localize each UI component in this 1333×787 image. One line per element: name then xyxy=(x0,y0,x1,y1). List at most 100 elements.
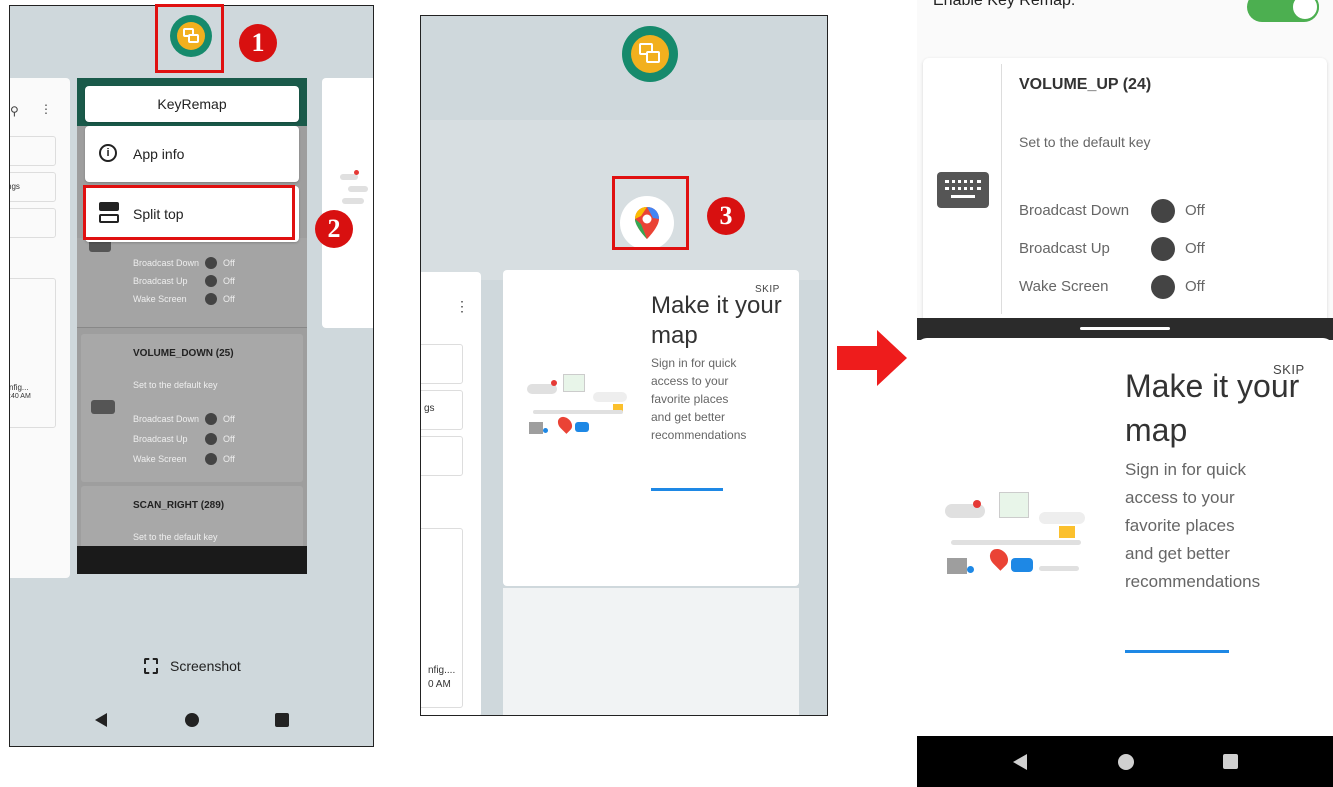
volume-down-card[interactable]: VOLUME_DOWN (25) Set to the default key … xyxy=(81,334,303,482)
keyboard-icon xyxy=(91,400,115,414)
split-result-panel: Enable Key Remap: VOLUME_UP (24) Set to … xyxy=(917,0,1333,787)
broadcast-up-toggle[interactable] xyxy=(205,275,217,287)
screenshot-label: Screenshot xyxy=(170,658,241,674)
maps-title-line2: map xyxy=(1125,412,1188,448)
maps-body-line: recommendations xyxy=(1125,572,1261,591)
maps-title-line1: Make it your xyxy=(1125,368,1300,404)
maps-title-line2: map xyxy=(651,322,698,349)
screenshot-icon xyxy=(144,658,158,674)
divider-handle[interactable] xyxy=(1080,327,1170,330)
maps-body-line: access to your xyxy=(651,374,729,388)
bg-row-state: Off xyxy=(223,258,235,268)
split-divider[interactable] xyxy=(917,318,1333,340)
maps-body-line: favorite places xyxy=(1125,516,1235,535)
row-state: Off xyxy=(223,434,235,444)
step-badge-3: 3 xyxy=(707,197,745,235)
key-title: VOLUME_DOWN (25) xyxy=(133,348,234,359)
fragment-gs: gs xyxy=(424,403,435,414)
key-title: SCAN_RIGHT (289) xyxy=(133,500,225,511)
broadcast-down-toggle[interactable] xyxy=(205,413,217,425)
card-bottom-bar xyxy=(77,546,307,574)
fragment-ngs: ngs xyxy=(10,182,20,191)
wake-screen-toggle[interactable] xyxy=(205,293,217,305)
row-state: Off xyxy=(1185,202,1205,219)
maps-body-line: recommendations xyxy=(651,428,747,442)
key-subtitle: Set to the default key xyxy=(133,380,218,390)
bg-row-state: Off xyxy=(223,276,235,286)
home-icon[interactable] xyxy=(185,713,199,727)
bg-row-state: Off xyxy=(223,294,235,304)
key-subtitle: Set to the default key xyxy=(1019,134,1151,150)
keyboard-icon xyxy=(937,172,989,208)
split-select-panel: ⋮ gs nfig.... 0 AM SKIP Make it your map… xyxy=(420,15,828,716)
key-subtitle: Set to the default key xyxy=(133,532,218,542)
sign-in-button[interactable] xyxy=(651,488,723,491)
row-label: Broadcast Down xyxy=(1019,202,1130,219)
info-icon: i xyxy=(99,144,117,162)
volume-up-card[interactable]: VOLUME_UP (24) Set to the default key Br… xyxy=(923,58,1327,324)
app-title: KeyRemap xyxy=(157,96,227,112)
menu-label: App info xyxy=(133,146,185,162)
broadcast-up-toggle[interactable] xyxy=(1151,237,1175,261)
left-app-card[interactable]: ⋮ gs nfig.... 0 AM xyxy=(421,272,481,715)
wake-screen-toggle[interactable] xyxy=(1151,275,1175,299)
maps-app-card[interactable]: SKIP Make it your map Sign in for quick … xyxy=(503,270,799,586)
row-state: Off xyxy=(223,414,235,424)
fragment-config: nfig... xyxy=(9,383,29,392)
highlight-split-top xyxy=(83,185,295,240)
card-divider xyxy=(1001,64,1002,314)
home-icon[interactable] xyxy=(1118,754,1134,770)
more-icon[interactable]: ⋮ xyxy=(455,298,469,315)
keyremap-app-icon[interactable] xyxy=(622,26,678,82)
row-label: Wake Screen xyxy=(133,454,187,464)
wake-screen-toggle[interactable] xyxy=(205,453,217,465)
step-badge-2: 2 xyxy=(315,210,353,248)
row-label: Broadcast Down xyxy=(133,414,200,424)
top-area xyxy=(421,16,827,120)
recents-icon[interactable] xyxy=(1223,754,1238,769)
recents-screen-panel: ⚲ ⋮ ngs nfig... :40 AM Broadcast Down Of… xyxy=(9,5,374,747)
maps-body-line: and get better xyxy=(651,410,726,424)
back-icon[interactable] xyxy=(1013,754,1027,770)
enable-key-remap-toggle[interactable] xyxy=(1247,0,1319,22)
maps-body-line: access to your xyxy=(1125,488,1235,507)
maps-illustration xyxy=(523,370,639,444)
maps-title-line1: Make it your xyxy=(651,292,782,319)
maps-split-window[interactable]: SKIP Make it your map Sign in for quick … xyxy=(917,338,1333,736)
left-app-card[interactable]: ⚲ ⋮ ngs nfig... :40 AM xyxy=(9,78,70,578)
highlight-app-icon xyxy=(155,4,224,73)
row-label: Wake Screen xyxy=(1019,278,1109,295)
more-icon[interactable]: ⋮ xyxy=(40,102,52,116)
navigation-bar xyxy=(917,736,1333,787)
step-badge-1: 1 xyxy=(239,24,277,62)
highlight-maps-icon xyxy=(612,176,689,250)
sign-in-button[interactable] xyxy=(1125,650,1229,653)
right-app-card[interactable] xyxy=(322,78,373,328)
row-state: Off xyxy=(1185,240,1205,257)
back-icon[interactable] xyxy=(95,713,107,727)
lower-area xyxy=(503,588,799,715)
maps-body-line: favorite places xyxy=(651,392,729,406)
maps-illustration xyxy=(939,486,1101,586)
broadcast-up-toggle[interactable] xyxy=(205,433,217,445)
menu-item-app-info[interactable]: i App info xyxy=(85,126,299,182)
fragment-time: :40 AM xyxy=(9,393,31,400)
keyremap-split-window: Enable Key Remap: VOLUME_UP (24) Set to … xyxy=(917,0,1333,330)
enable-key-remap-label: Enable Key Remap: xyxy=(933,0,1076,9)
broadcast-down-toggle[interactable] xyxy=(205,257,217,269)
search-icon[interactable]: ⚲ xyxy=(10,104,19,118)
recents-icon[interactable] xyxy=(275,713,289,727)
screenshot-button[interactable]: Screenshot xyxy=(144,656,254,678)
bg-row-label: Wake Screen xyxy=(133,294,187,304)
maps-body-line: and get better xyxy=(1125,544,1230,563)
broadcast-down-toggle[interactable] xyxy=(1151,199,1175,223)
row-label: Broadcast Up xyxy=(133,434,188,444)
maps-illustration xyxy=(340,168,370,208)
maps-body-line: Sign in for quick xyxy=(651,356,737,370)
key-title: VOLUME_UP (24) xyxy=(1019,76,1152,93)
row-state: Off xyxy=(223,454,235,464)
menu-app-title: KeyRemap xyxy=(85,86,299,122)
row-label: Broadcast Up xyxy=(1019,240,1110,257)
bg-row-label: Broadcast Down xyxy=(133,258,200,268)
bg-row-label: Broadcast Up xyxy=(133,276,188,286)
